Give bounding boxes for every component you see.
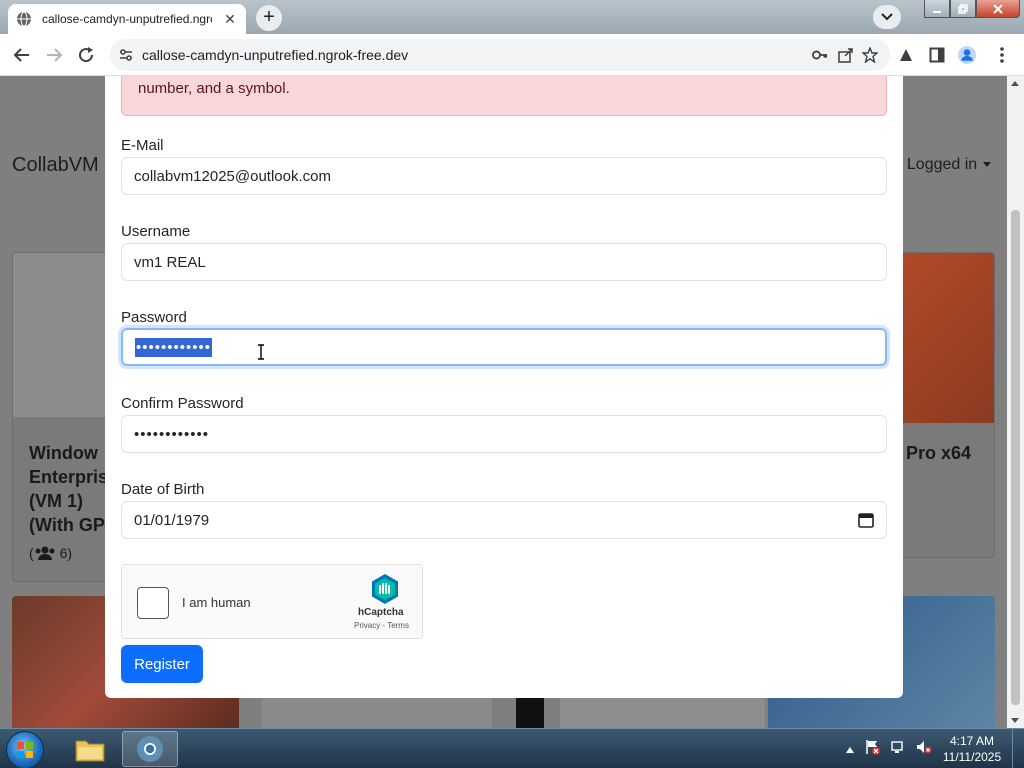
close-icon [993,3,1003,14]
clock-time: 4:17 AM [949,734,995,748]
captcha-label: I am human [182,595,251,610]
reload-button[interactable] [76,45,96,65]
profile-avatar-icon[interactable] [958,46,976,64]
windows-logo-icon [17,742,33,758]
password-label: Password [121,309,187,326]
scroll-up-arrow-icon[interactable] [1011,81,1019,86]
vm-card-title: Pro x64 [906,443,972,463]
chrome-icon [137,736,163,762]
caret-down-icon [983,162,992,168]
password-requirements-alert: number, and a symbol. [121,76,887,116]
menu-kebab-icon[interactable] [993,46,1011,64]
side-panel-icon[interactable] [928,46,946,64]
users-icon [35,546,55,560]
email-label: E-Mail [121,137,164,154]
windows-taskbar: 4:17 AM 11/11/2025 [0,728,1024,768]
window-controls [924,0,1020,18]
browser-tab[interactable]: callose-camdyn-unputrefied.ngrok-free.de… [8,4,246,34]
confirm-password-label: Confirm Password [121,395,244,412]
maximize-button[interactable] [950,0,976,18]
share-icon[interactable] [838,47,854,63]
register-button[interactable]: Register [121,645,203,683]
hcaptcha-widget: I am human hCaptcha Privacy - Terms [121,564,423,639]
new-tab-button[interactable]: + [256,5,282,31]
username-field[interactable]: vm1 REAL [121,243,887,281]
bookmark-star-icon[interactable] [862,47,878,63]
taskbar-file-explorer[interactable] [62,731,118,767]
show-desktop-button[interactable] [1012,729,1024,768]
forward-button[interactable] [44,45,64,65]
key-icon[interactable] [812,47,828,63]
tab-close-icon[interactable]: ✕ [222,11,238,27]
register-modal: number, and a symbol. E-Mail collabvm120… [105,76,903,698]
address-bar[interactable]: callose-camdyn-unputrefied.ngrok-free.de… [110,39,890,71]
minimize-icon [933,10,941,13]
back-button[interactable] [12,45,32,65]
vm-user-count: ( 6) [29,545,73,561]
calendar-icon[interactable] [858,512,874,528]
clock-date: 11/11/2025 [942,750,1002,764]
arrow-right-icon [47,48,63,62]
browser-toolbar: callose-camdyn-unputrefied.ngrok-free.de… [0,34,1024,76]
confirm-password-field[interactable]: •••••••••••• [121,415,887,453]
chevron-down-icon [881,13,893,21]
login-status-dropdown: t Logged in [898,156,992,174]
dob-label: Date of Birth [121,481,205,498]
vm-user-count-value: 6) [59,545,73,561]
captcha-checkbox[interactable] [137,587,169,619]
tab-search-button[interactable] [873,5,901,29]
action-center-flag-icon[interactable] [864,739,880,760]
taskbar-chrome[interactable] [122,731,178,767]
taskbar-clock[interactable]: 4:17 AM 11/11/2025 [940,733,1004,765]
hcaptcha-logo-icon [372,574,398,604]
navbar-brand: CollabVM [12,154,99,176]
password-field[interactable]: •••••••••••• [121,328,887,366]
start-button[interactable] [6,731,44,768]
dob-field[interactable]: 01/01/1979 [121,501,887,539]
username-label: Username [121,223,191,240]
scroll-down-arrow-icon[interactable] [1011,718,1019,723]
volume-muted-icon[interactable] [916,739,932,760]
folder-icon [75,740,105,762]
page-scrollbar[interactable] [1007,76,1024,728]
url-text: callose-camdyn-unputrefied.ngrok-free.de… [142,47,409,63]
system-tray [846,729,942,768]
arrow-left-icon [13,48,29,62]
tray-expand-icon[interactable] [846,740,854,758]
dob-value: 01/01/1979 [134,511,210,529]
browser-title-bar: callose-camdyn-unputrefied.ngrok-free.de… [0,0,1024,34]
email-field[interactable]: collabvm12025@outlook.com [121,157,887,195]
extension-icon[interactable] [897,46,915,64]
text-cursor-icon [258,344,264,360]
network-icon[interactable] [890,739,906,760]
globe-icon [17,11,31,27]
restore-icon [958,3,968,14]
close-window-button[interactable] [976,0,1020,18]
scrollbar-thumb[interactable] [1011,210,1020,705]
password-selected-text: •••••••••••• [135,337,213,357]
login-status-text: t Logged in [898,156,978,173]
captcha-privacy-terms-link[interactable]: Privacy - Terms [354,621,409,630]
minimize-button[interactable] [924,0,950,18]
reload-icon [79,47,94,63]
tab-title: callose-camdyn-unputrefied.ngrok-free.de… [42,12,212,26]
captcha-brand: hCaptcha [358,607,404,618]
site-info-icon[interactable] [118,47,134,63]
